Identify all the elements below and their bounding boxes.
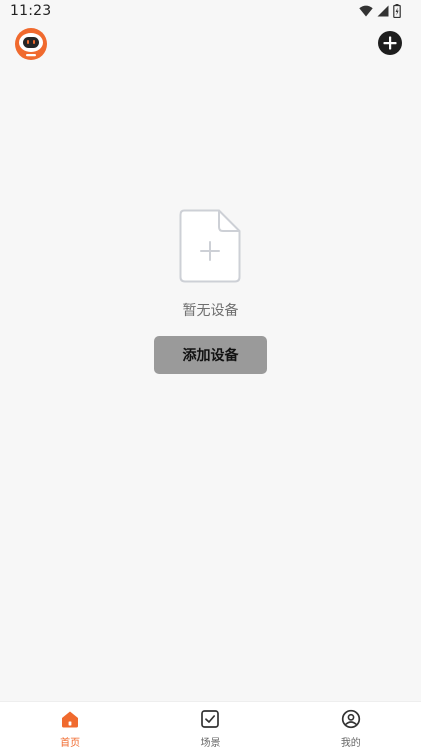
plus-icon (383, 36, 397, 50)
user-circle-icon (341, 709, 360, 729)
nav-item-profile[interactable]: 我的 (281, 702, 421, 750)
nav-label-profile: 我的 (340, 738, 361, 749)
battery-icon (393, 4, 401, 18)
status-icons (359, 4, 401, 18)
home-icon (62, 711, 79, 728)
nav-label-home: 首页 (60, 738, 81, 749)
robot-avatar-icon[interactable] (14, 27, 48, 61)
add-device-button[interactable]: 添加设备 (154, 336, 267, 374)
status-bar: 11:23 (0, 0, 421, 24)
status-time: 11:23 (10, 3, 52, 19)
add-device-icon-button[interactable] (378, 31, 402, 55)
file-add-icon (179, 209, 241, 283)
nav-label-scene: 场景 (200, 738, 221, 749)
home-screen: 11:23 暂无设备 添加设备 首页 场景 我的 (0, 0, 421, 750)
nav-item-home[interactable]: 首页 (0, 702, 140, 750)
wifi-icon (359, 5, 373, 17)
signal-icon (377, 5, 389, 17)
checkbox-icon (201, 710, 220, 728)
empty-state-message: 暂无设备 (182, 303, 239, 319)
bottom-nav: 首页 场景 我的 (0, 701, 421, 750)
nav-item-scene[interactable]: 场景 (140, 702, 280, 750)
